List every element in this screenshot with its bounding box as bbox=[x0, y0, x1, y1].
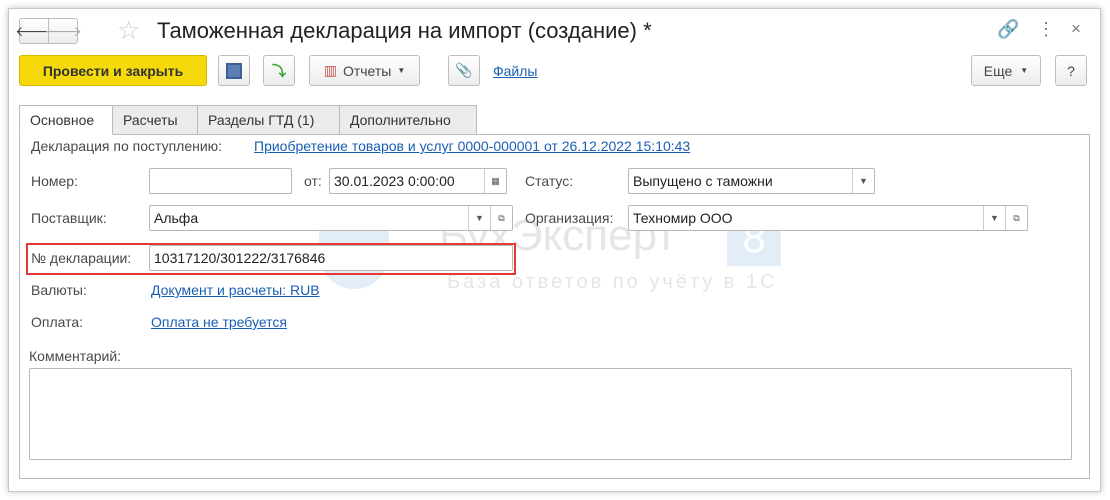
comment-label: Комментарий: bbox=[29, 348, 122, 364]
date-input[interactable]: 30.01.2023 0:00:00 ▦ bbox=[329, 168, 507, 194]
declaration-number-input[interactable]: 10317120/301222/3176846 bbox=[149, 245, 513, 271]
forward-button[interactable]: 🡒 bbox=[44, 18, 82, 44]
files-link[interactable]: Файлы bbox=[493, 63, 537, 79]
post-document-icon: ⤵ bbox=[272, 62, 286, 79]
declaration-number-label: № декларации: bbox=[31, 250, 132, 266]
tab-gtd-sections[interactable]: Разделы ГТД (1) bbox=[197, 105, 340, 135]
post-and-close-button[interactable]: Провести и закрыть bbox=[19, 55, 207, 86]
reports-button[interactable]: ▥ Отчеты ▼ bbox=[309, 55, 420, 86]
chevron-down-icon: ▼ bbox=[397, 66, 406, 75]
basis-label: Декларация по поступлению: bbox=[31, 138, 223, 154]
date-label: от: bbox=[304, 173, 322, 189]
calendar-icon[interactable]: ▦ bbox=[484, 169, 506, 193]
date-value: 30.01.2023 0:00:00 bbox=[334, 173, 455, 189]
save-icon bbox=[226, 62, 242, 79]
paperclip-icon: 📎 bbox=[455, 62, 473, 78]
tab-additional[interactable]: Дополнительно bbox=[339, 105, 477, 135]
open-icon[interactable]: ⧉ bbox=[1005, 206, 1027, 230]
comment-textarea[interactable] bbox=[29, 368, 1072, 460]
organization-input[interactable]: Техномир ООО ▼ ⧉ bbox=[628, 205, 1028, 231]
supplier-input[interactable]: Альфа ▼ ⧉ bbox=[149, 205, 513, 231]
attach-button[interactable]: 📎 bbox=[448, 55, 480, 86]
number-input[interactable] bbox=[149, 168, 292, 194]
supplier-value: Альфа bbox=[154, 210, 199, 226]
currency-link[interactable]: Документ и расчеты: RUB bbox=[151, 282, 320, 298]
report-icon: ▥ bbox=[323, 62, 337, 78]
open-icon[interactable]: ⧉ bbox=[490, 206, 512, 230]
favorite-star-icon[interactable]: ☆ bbox=[117, 15, 140, 46]
post-button[interactable]: ⤵ bbox=[263, 55, 295, 86]
more-label: Еще bbox=[983, 62, 1013, 79]
organization-label: Организация: bbox=[525, 210, 614, 226]
chevron-down-icon[interactable]: ▼ bbox=[852, 169, 874, 193]
status-value: Выпущено с таможни bbox=[633, 173, 773, 189]
chevron-down-icon: ▼ bbox=[1020, 66, 1029, 75]
payment-label: Оплата: bbox=[31, 314, 84, 330]
number-label: Номер: bbox=[31, 173, 78, 189]
save-button[interactable] bbox=[218, 55, 250, 86]
more-vertical-icon[interactable]: ⋮ bbox=[1037, 19, 1055, 40]
organization-value: Техномир ООО bbox=[633, 210, 733, 226]
status-select[interactable]: Выпущено с таможни ▼ bbox=[628, 168, 875, 194]
arrow-right-icon: 🡒 bbox=[44, 22, 82, 39]
tab-calculations[interactable]: Расчеты bbox=[112, 105, 198, 135]
tab-main[interactable]: Основное bbox=[19, 105, 113, 135]
currency-label: Валюты: bbox=[31, 282, 87, 298]
close-icon[interactable]: × bbox=[1071, 19, 1081, 39]
status-label: Статус: bbox=[525, 173, 574, 189]
link-icon[interactable]: 🔗 bbox=[997, 19, 1019, 40]
page-title: Таможенная декларация на импорт (создани… bbox=[157, 18, 652, 43]
chevron-down-icon[interactable]: ▼ bbox=[983, 206, 1005, 230]
payment-link[interactable]: Оплата не требуется bbox=[151, 314, 287, 330]
reports-label: Отчеты bbox=[342, 62, 392, 79]
help-button[interactable]: ? bbox=[1055, 55, 1087, 86]
form-window: 🡐 🡒 ☆ Таможенная декларация на импорт (с… bbox=[8, 8, 1101, 492]
supplier-label: Поставщик: bbox=[31, 210, 107, 226]
basis-document-link[interactable]: Приобретение товаров и услуг 0000-000001… bbox=[254, 138, 690, 154]
more-button[interactable]: Еще ▼ bbox=[971, 55, 1041, 86]
chevron-down-icon[interactable]: ▼ bbox=[468, 206, 490, 230]
